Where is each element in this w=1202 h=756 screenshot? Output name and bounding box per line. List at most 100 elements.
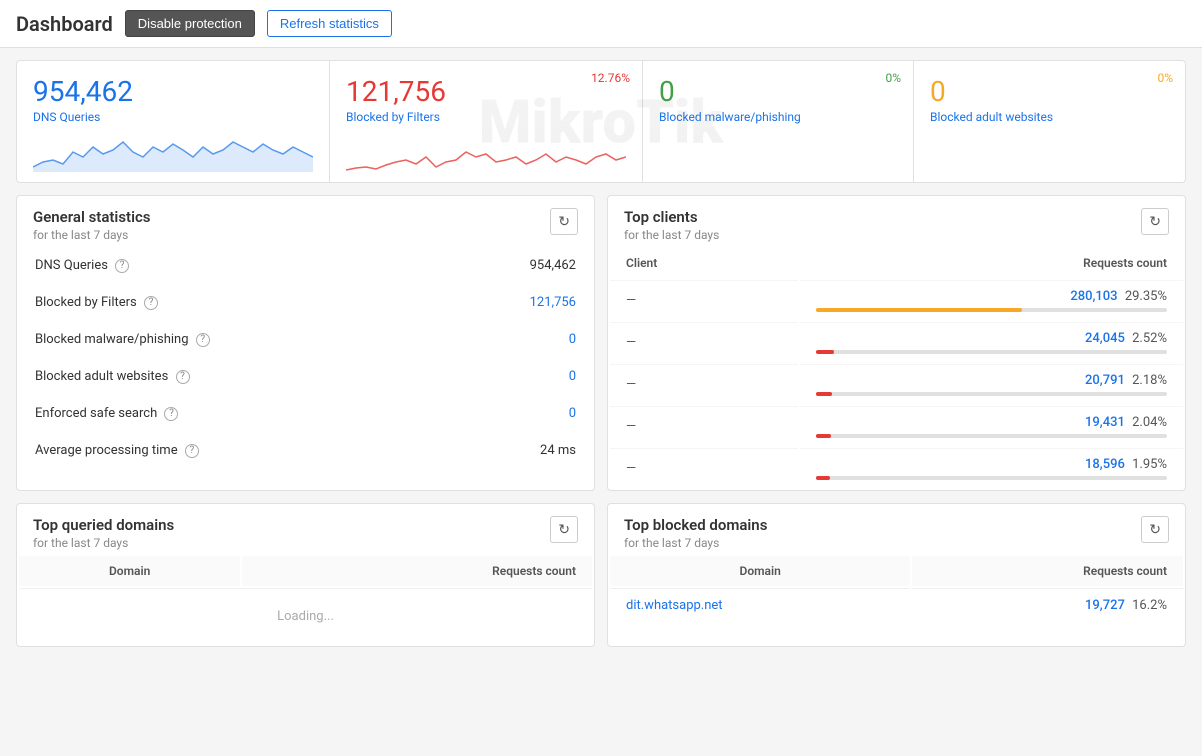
top-queried-refresh-button[interactable]: ↻ [550,516,578,543]
blocked-malware-label: Blocked malware/phishing [659,110,897,124]
stat-blocked-filters: 12.76% 121,756 Blocked by Filters [330,61,643,182]
stat-row-label: Blocked by Filters ? [19,285,433,320]
blocked-filters-percent: 12.76% [591,71,630,85]
table-row: — 24,045 2.52% [610,322,1183,362]
help-icon[interactable]: ? [164,407,178,421]
stat-row-label: Enforced safe search ? [19,396,433,431]
top-queried-title-block: Top queried domains for the last 7 days [33,516,174,550]
general-stats-title: General statistics [33,208,151,226]
help-icon[interactable]: ? [185,444,199,458]
general-stats-header: General statistics for the last 7 days ↻ [17,196,594,246]
main-content: MikroTik 954,462 DNS Queries 12.76% 121,… [0,48,1202,659]
client-name: — [610,448,798,488]
bottom-row: Top queried domains for the last 7 days … [16,503,1186,647]
client-name: — [610,322,798,362]
top-queried-title: Top queried domains [33,516,174,534]
help-icon[interactable]: ? [144,296,158,310]
top-stats-row: MikroTik 954,462 DNS Queries 12.76% 121,… [16,60,1186,183]
client-name: — [610,364,798,404]
top-queried-panel: Top queried domains for the last 7 days … [16,503,595,647]
table-row: — 19,431 2.04% [610,406,1183,446]
help-icon[interactable]: ? [176,370,190,384]
client-stats: 18,596 1.95% [800,448,1183,488]
general-stats-subtitle: for the last 7 days [33,228,151,242]
blocked-col-domain: Domain [610,556,910,586]
stat-row-label: Average processing time ? [19,433,433,468]
queried-col-requests: Requests count [242,556,592,586]
table-row: — 20,791 2.18% [610,364,1183,404]
stat-row-label: Blocked malware/phishing ? [19,322,433,357]
table-row: Loading... [19,588,592,644]
top-blocked-refresh-button[interactable]: ↻ [1141,516,1169,543]
table-row: — 18,596 1.95% [610,448,1183,488]
blocked-malware-percent: 0% [885,71,901,85]
top-clients-table: Client Requests count — 280,103 29.35% —… [608,246,1185,490]
stat-row-value: 0 [435,359,592,394]
top-blocked-panel: Top blocked domains for the last 7 days … [607,503,1186,647]
dns-sparkline [33,132,313,172]
stat-row-value: 0 [435,322,592,357]
table-row: Average processing time ? 24 ms [19,433,592,468]
dns-queries-number: 954,462 [33,75,313,108]
table-row: Enforced safe search ? 0 [19,396,592,431]
table-row: dit.whatsapp.net 19,727 16.2% [610,588,1183,622]
top-blocked-table: Domain Requests count dit.whatsapp.net 1… [608,554,1185,624]
blocked-adult-number: 0 [930,75,1169,108]
blocked-adult-percent: 0% [1157,71,1173,85]
table-row: DNS Queries ? 954,462 [19,248,592,283]
top-queried-header: Top queried domains for the last 7 days … [17,504,594,554]
client-stats: 19,431 2.04% [800,406,1183,446]
queried-col-domain: Domain [19,556,240,586]
blocked-filters-number: 121,756 [346,75,626,108]
middle-row: General statistics for the last 7 days ↻… [16,195,1186,491]
stat-row-value: 24 ms [435,433,592,468]
blocked-adult-label: Blocked adult websites [930,110,1169,124]
top-clients-panel: Top clients for the last 7 days ↻ Client… [607,195,1186,491]
table-row: Blocked adult websites ? 0 [19,359,592,394]
stat-row-value: 121,756 [435,285,592,320]
top-blocked-subtitle: for the last 7 days [624,536,767,550]
general-stats-title-block: General statistics for the last 7 days [33,208,151,242]
blocked-domain-count: 19,727 16.2% [912,588,1183,622]
dns-queries-label: DNS Queries [33,110,313,124]
table-row: Blocked malware/phishing ? 0 [19,322,592,357]
stat-row-value: 0 [435,396,592,431]
top-clients-header: Top clients for the last 7 days ↻ [608,196,1185,246]
stat-row-value: 954,462 [435,248,592,283]
general-stats-panel: General statistics for the last 7 days ↻… [16,195,595,491]
general-stats-table: DNS Queries ? 954,462 Blocked by Filters… [17,246,594,470]
blocked-filters-label: Blocked by Filters [346,110,626,124]
stat-dns-queries: 954,462 DNS Queries [17,61,330,182]
top-blocked-title: Top blocked domains [624,516,767,534]
blocked-domain-name[interactable]: dit.whatsapp.net [610,588,910,622]
clients-col-requests: Requests count [800,248,1183,278]
client-name: — [610,406,798,446]
help-icon[interactable]: ? [196,333,210,347]
top-queried-table: Domain Requests count Loading... [17,554,594,646]
top-blocked-title-block: Top blocked domains for the last 7 days [624,516,767,550]
page-header: Dashboard Disable protection Refresh sta… [0,0,1202,48]
client-stats: 280,103 29.35% [800,280,1183,320]
blocked-col-requests: Requests count [912,556,1183,586]
stat-row-label: DNS Queries ? [19,248,433,283]
top-clients-title-block: Top clients for the last 7 days [624,208,719,242]
client-stats: 24,045 2.52% [800,322,1183,362]
top-queried-subtitle: for the last 7 days [33,536,174,550]
table-row: Blocked by Filters ? 121,756 [19,285,592,320]
client-name: — [610,280,798,320]
clients-col-client: Client [610,248,798,278]
stat-blocked-adult: 0% 0 Blocked adult websites [914,61,1185,182]
stat-row-label: Blocked adult websites ? [19,359,433,394]
stat-blocked-malware: 0% 0 Blocked malware/phishing [643,61,914,182]
blocked-sparkline [346,132,626,172]
page-title: Dashboard [16,12,113,36]
help-icon[interactable]: ? [115,259,129,273]
disable-protection-button[interactable]: Disable protection [125,10,255,37]
general-stats-refresh-button[interactable]: ↻ [550,208,578,235]
table-row: — 280,103 29.35% [610,280,1183,320]
top-clients-refresh-button[interactable]: ↻ [1141,208,1169,235]
top-clients-subtitle: for the last 7 days [624,228,719,242]
refresh-statistics-button[interactable]: Refresh statistics [267,10,392,37]
top-clients-title: Top clients [624,208,719,226]
blocked-malware-number: 0 [659,75,897,108]
